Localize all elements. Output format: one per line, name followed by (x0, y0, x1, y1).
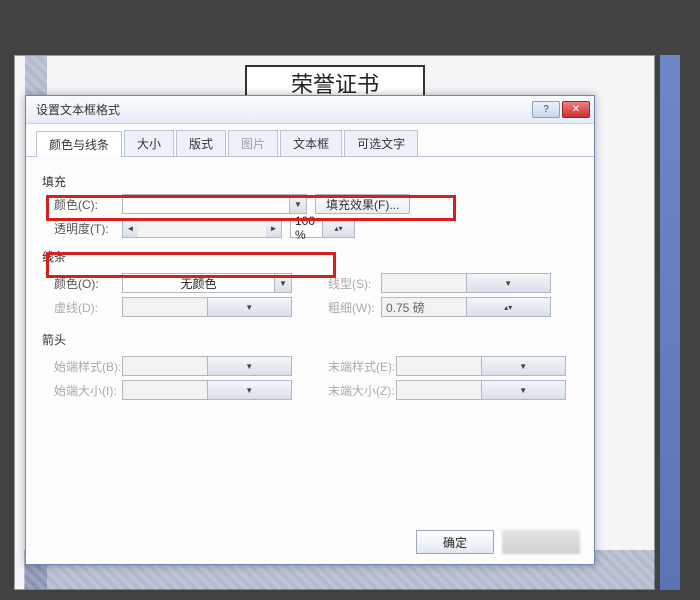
tab-layout[interactable]: 版式 (176, 130, 226, 156)
slider-right-icon[interactable]: ► (266, 219, 281, 237)
fill-color-label: 颜色(C): (42, 196, 122, 213)
line-style-label: 线型(S): (316, 275, 381, 292)
fill-color-combo[interactable]: ▼ (122, 194, 307, 214)
chevron-down-icon: ▼ (207, 381, 292, 399)
background-right-panel (660, 55, 680, 590)
end-style-label: 末端样式(E): (316, 358, 396, 375)
spinner-icon[interactable]: ▴▾ (322, 219, 354, 237)
begin-style-combo: ▼ (122, 356, 292, 376)
begin-style-label: 始端样式(B): (42, 358, 122, 375)
opacity-label: 透明度(T): (42, 220, 122, 237)
line-color-value: 无颜色 (123, 275, 274, 292)
line-style-combo: ▼ (381, 273, 551, 293)
help-button[interactable]: ? (532, 101, 560, 118)
fill-section-label: 填充 (42, 173, 578, 190)
line-color-label: 颜色(O): (42, 275, 122, 292)
chevron-down-icon: ▼ (207, 298, 292, 316)
chevron-down-icon: ▼ (289, 195, 306, 213)
line-weight-value: 0.75 磅 (382, 299, 466, 316)
end-style-combo: ▼ (396, 356, 566, 376)
line-color-combo[interactable]: 无颜色 ▼ (122, 273, 292, 293)
ok-button[interactable]: 确定 (416, 530, 494, 554)
opacity-slider[interactable]: ◄ ► (122, 218, 282, 238)
chevron-down-icon: ▼ (481, 381, 566, 399)
line-section-label: 线条 (42, 248, 578, 265)
chevron-down-icon: ▼ (207, 357, 292, 375)
opacity-value-input[interactable]: 100 % ▴▾ (290, 218, 355, 238)
chevron-down-icon: ▼ (481, 357, 566, 375)
tab-alt-text[interactable]: 可选文字 (344, 130, 418, 156)
format-textbox-dialog: 设置文本框格式 ? ✕ 颜色与线条 大小 版式 图片 文本框 可选文字 填充 颜… (25, 95, 595, 565)
line-dash-combo: ▼ (122, 297, 292, 317)
tab-size[interactable]: 大小 (124, 130, 174, 156)
end-size-combo: ▼ (396, 380, 566, 400)
chevron-down-icon: ▼ (466, 274, 551, 292)
arrow-section-label: 箭头 (42, 331, 578, 348)
chevron-down-icon: ▼ (274, 274, 291, 292)
slider-left-icon[interactable]: ◄ (123, 219, 138, 237)
close-button[interactable]: ✕ (562, 101, 590, 118)
tab-textbox[interactable]: 文本框 (280, 130, 342, 156)
end-size-label: 末端大小(Z): (316, 382, 396, 399)
tab-color-line[interactable]: 颜色与线条 (36, 131, 122, 157)
begin-size-label: 始端大小(I): (42, 382, 122, 399)
tab-image: 图片 (228, 130, 278, 156)
line-dash-label: 虚线(D): (42, 299, 122, 316)
line-weight-box: 0.75 磅 ▴▾ (381, 297, 551, 317)
dialog-footer: 确定 (416, 530, 580, 554)
dialog-content: 填充 颜色(C): ▼ 填充效果(F)... 透明度(T): ◄ ► 100 %… (26, 157, 594, 414)
blurred-button (502, 530, 580, 554)
tab-strip: 颜色与线条 大小 版式 图片 文本框 可选文字 (26, 124, 594, 157)
line-weight-label: 粗细(W): (316, 299, 381, 316)
spinner-icon: ▴▾ (466, 298, 551, 316)
dialog-title: 设置文本框格式 (36, 101, 120, 118)
dialog-titlebar: 设置文本框格式 ? ✕ (26, 96, 594, 124)
fill-effects-button[interactable]: 填充效果(F)... (315, 194, 410, 214)
opacity-value: 100 % (291, 214, 322, 242)
begin-size-combo: ▼ (122, 380, 292, 400)
